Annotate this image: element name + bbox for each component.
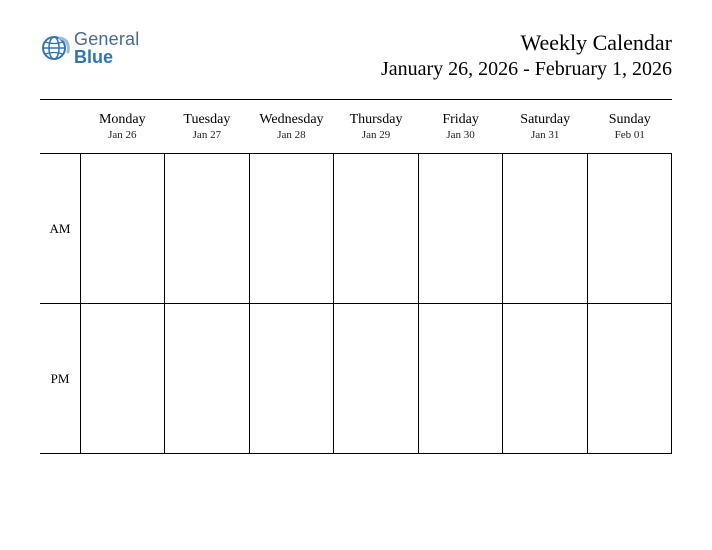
header-rule [40,99,672,100]
page-title: Weekly Calendar [381,30,672,56]
calendar-cell [503,304,587,454]
calendar-cell [334,154,418,304]
logo-word-blue: Blue [74,48,139,66]
calendar-cell [81,154,165,304]
day-header: Friday Jan 30 [418,108,503,147]
day-name: Wednesday [249,112,334,128]
period-label-pm: PM [40,304,80,454]
day-date: Jan 27 [165,129,250,141]
globe-icon [40,32,72,64]
day-name: Friday [418,112,503,128]
calendar-cell [419,304,503,454]
day-header: Sunday Feb 01 [587,108,672,147]
day-name: Sunday [587,112,672,128]
calendar-grid: AM PM [40,153,672,454]
day-header: Saturday Jan 31 [503,108,588,147]
day-header: Wednesday Jan 28 [249,108,334,147]
day-header: Tuesday Jan 27 [165,108,250,147]
calendar-cell [250,304,334,454]
day-name: Saturday [503,112,588,128]
day-header: Thursday Jan 29 [334,108,419,147]
logo-word-general: General [74,30,139,48]
calendar-cell [419,154,503,304]
date-range: January 26, 2026 - February 1, 2026 [381,58,672,81]
brand-logo: General Blue [40,30,139,66]
calendar-cell [165,304,249,454]
day-date: Jan 29 [334,129,419,141]
day-date: Jan 26 [80,129,165,141]
day-date: Jan 28 [249,129,334,141]
calendar-cell [334,304,418,454]
day-date: Feb 01 [587,129,672,141]
calendar-cell [165,154,249,304]
calendar-cell [81,304,165,454]
calendar-cell [588,304,672,454]
calendar-cell [250,154,334,304]
day-date: Jan 30 [418,129,503,141]
calendar-cell [503,154,587,304]
day-name: Monday [80,112,165,128]
day-date: Jan 31 [503,129,588,141]
day-name: Thursday [334,112,419,128]
day-header: Monday Jan 26 [80,108,165,147]
day-name: Tuesday [165,112,250,128]
period-label-am: AM [40,154,80,304]
calendar-cell [588,154,672,304]
